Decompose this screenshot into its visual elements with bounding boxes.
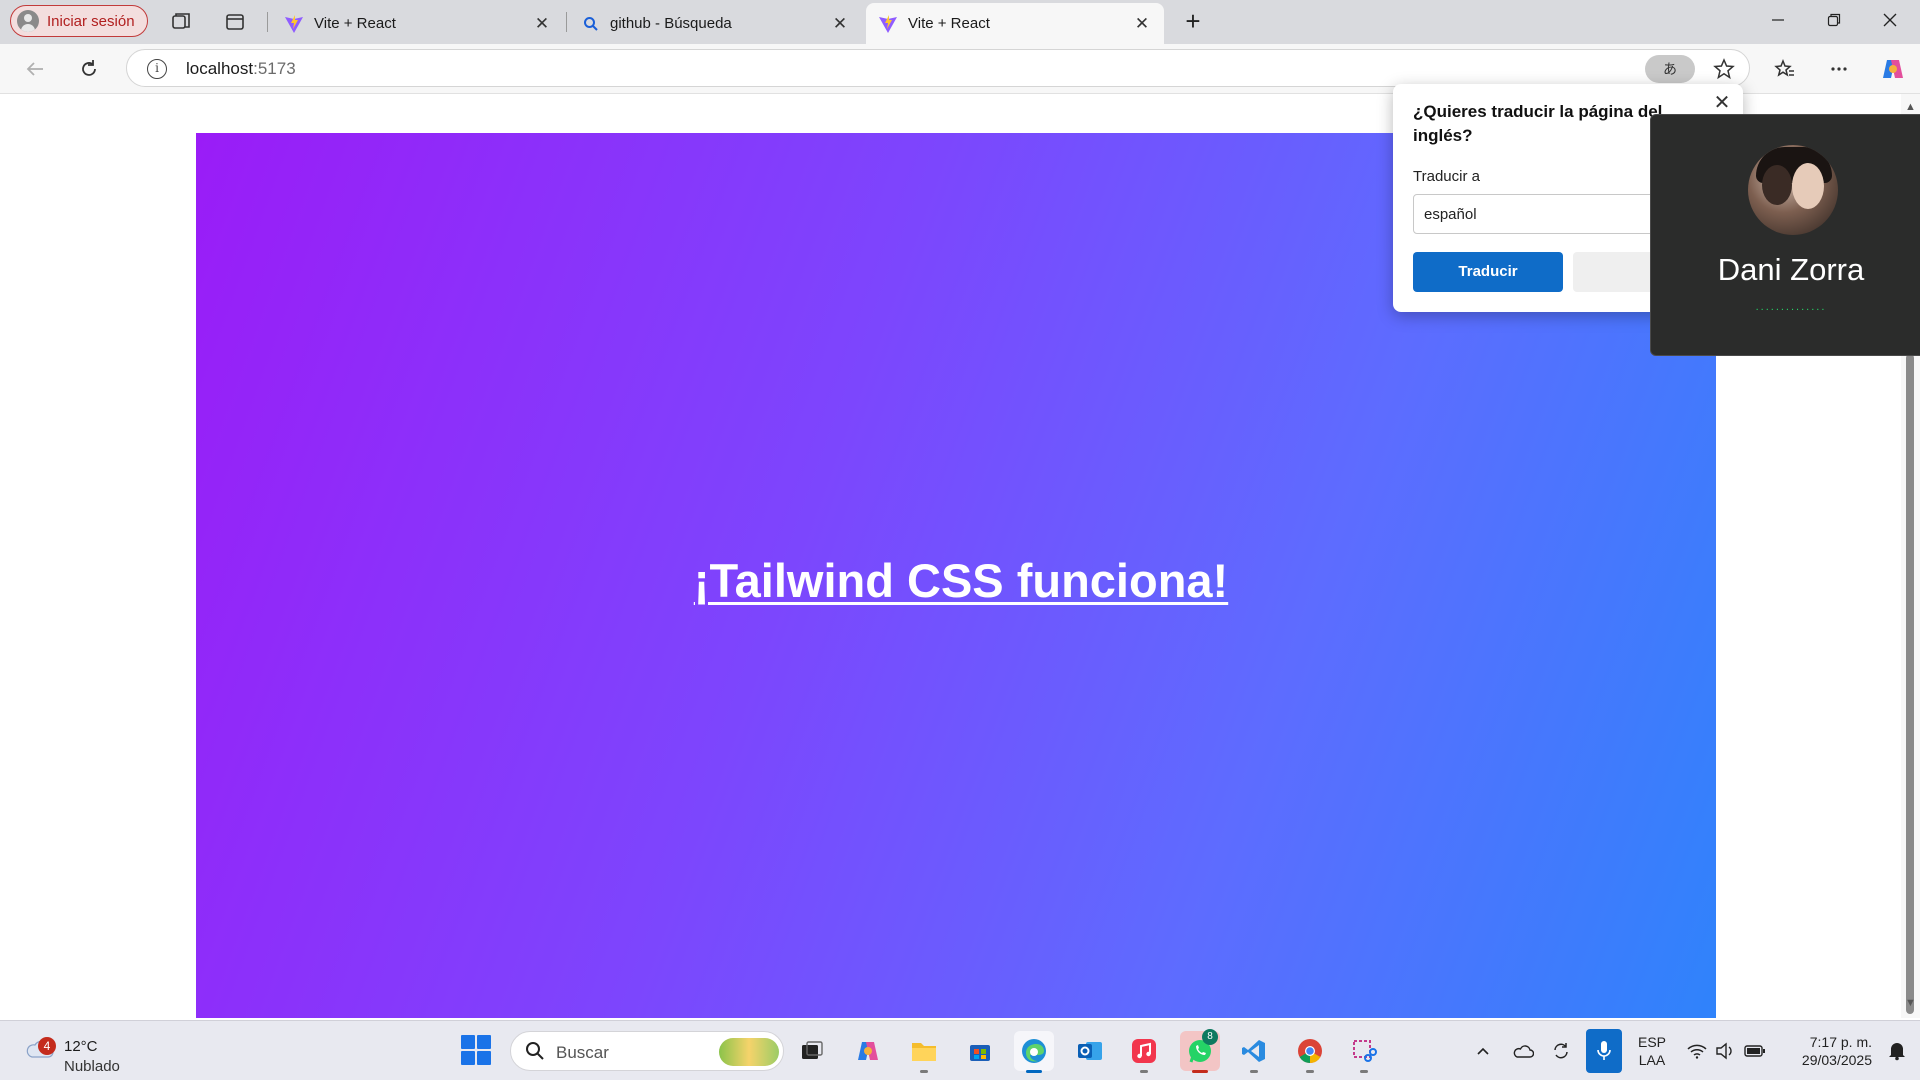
search-icon bbox=[526, 1042, 544, 1060]
tab-title: Vite + React bbox=[314, 15, 396, 32]
file-explorer-icon[interactable] bbox=[904, 1031, 944, 1073]
tab-vite-react-1[interactable]: Vite + React ✕ bbox=[272, 3, 564, 44]
tab-github-search[interactable]: github - Búsqueda ✕ bbox=[570, 3, 862, 44]
whatsapp-badge: 8 bbox=[1202, 1029, 1218, 1045]
search-placeholder: Buscar bbox=[556, 1043, 609, 1062]
scroll-up-icon[interactable]: ▲ bbox=[1905, 102, 1916, 113]
call-status-dots: .............. bbox=[1755, 301, 1827, 313]
call-overlay[interactable]: Dani Zorra .............. bbox=[1650, 114, 1920, 356]
microphone-icon[interactable] bbox=[1586, 1029, 1622, 1073]
task-view-icon[interactable] bbox=[792, 1031, 832, 1071]
weather-temp: 12°C bbox=[64, 1038, 98, 1055]
translate-button[interactable]: Traducir bbox=[1413, 252, 1563, 292]
translate-icon[interactable]: あ bbox=[1645, 55, 1695, 83]
restore-icon[interactable] bbox=[1806, 0, 1862, 40]
whatsapp-icon[interactable]: 8 bbox=[1180, 1029, 1220, 1073]
sync-icon[interactable] bbox=[1550, 1040, 1572, 1062]
scroll-down-icon[interactable]: ▼ bbox=[1905, 998, 1916, 1009]
vertical-tabs-icon[interactable] bbox=[222, 9, 248, 35]
scroll-thumb[interactable] bbox=[1906, 354, 1914, 1014]
weather-badge: 4 bbox=[38, 1037, 56, 1055]
start-windows-icon[interactable] bbox=[461, 1035, 491, 1065]
workspaces-icon[interactable] bbox=[168, 9, 194, 35]
wifi-icon[interactable] bbox=[1686, 1040, 1708, 1062]
apple-music-icon[interactable] bbox=[1124, 1031, 1164, 1073]
close-tab-icon[interactable]: ✕ bbox=[1132, 14, 1152, 34]
vite-icon bbox=[879, 14, 897, 33]
volume-icon[interactable] bbox=[1714, 1040, 1736, 1062]
profile-label: Iniciar sesión bbox=[47, 12, 135, 30]
tab-title: github - Búsqueda bbox=[610, 15, 732, 32]
close-window-icon[interactable] bbox=[1862, 0, 1918, 40]
favorites-icon[interactable] bbox=[1770, 54, 1800, 84]
taskbar-search[interactable]: Buscar bbox=[510, 1031, 784, 1071]
battery-icon[interactable] bbox=[1744, 1040, 1766, 1062]
chevron-up-icon[interactable] bbox=[1472, 1040, 1494, 1062]
taskbar: 4 12°C Nublado Buscar 8 ESP LAA 7:17 p. … bbox=[0, 1020, 1920, 1080]
chrome-icon[interactable] bbox=[1290, 1031, 1330, 1073]
onedrive-icon[interactable] bbox=[1512, 1040, 1534, 1062]
tab-vite-react-active[interactable]: Vite + React ✕ bbox=[866, 3, 1164, 44]
copilot-app-icon[interactable] bbox=[848, 1031, 888, 1071]
search-icon bbox=[584, 16, 598, 31]
system-clock[interactable]: 7:17 p. m. 29/03/2025 bbox=[1776, 1033, 1872, 1069]
close-tab-icon[interactable]: ✕ bbox=[532, 14, 552, 34]
reload-icon[interactable] bbox=[74, 54, 104, 84]
close-popup-icon[interactable]: ✕ bbox=[1711, 92, 1733, 114]
close-tab-icon[interactable]: ✕ bbox=[830, 14, 850, 34]
more-options-icon[interactable] bbox=[1824, 54, 1854, 84]
minimize-icon[interactable] bbox=[1750, 0, 1806, 40]
profile-avatar-icon bbox=[17, 10, 39, 32]
page-heading[interactable]: ¡Tailwind CSS funciona! bbox=[694, 553, 1228, 608]
microsoft-store-icon[interactable] bbox=[960, 1031, 1000, 1071]
address-bar[interactable]: i localhost:5173 あ bbox=[126, 49, 1750, 87]
vscode-icon[interactable] bbox=[1234, 1031, 1274, 1073]
input-language[interactable]: ESP LAA bbox=[1636, 1033, 1668, 1069]
tab-strip: Iniciar sesión Vite + React ✕ github - B… bbox=[0, 0, 1920, 44]
snipping-tool-icon[interactable] bbox=[1344, 1031, 1384, 1073]
contact-name: Dani Zorra bbox=[1717, 252, 1865, 287]
profile-button[interactable]: Iniciar sesión bbox=[10, 5, 148, 37]
back-arrow-icon[interactable] bbox=[20, 54, 50, 84]
weather-widget[interactable]: 4 12°C Nublado bbox=[20, 1031, 140, 1075]
tab-separator bbox=[566, 12, 567, 32]
site-info-icon[interactable]: i bbox=[147, 59, 167, 79]
edge-icon[interactable] bbox=[1014, 1031, 1054, 1073]
search-highlight-image bbox=[719, 1038, 779, 1066]
vite-icon bbox=[285, 14, 303, 33]
weather-condition: Nublado bbox=[64, 1058, 120, 1075]
tab-title: Vite + React bbox=[908, 15, 990, 32]
tab-separator bbox=[267, 12, 268, 32]
notification-bell-icon[interactable] bbox=[1886, 1039, 1908, 1061]
favorite-star-icon[interactable] bbox=[1713, 58, 1735, 80]
contact-avatar bbox=[1748, 145, 1838, 235]
url-text: localhost:5173 bbox=[186, 59, 296, 78]
translate-to-label: Traducir a bbox=[1413, 168, 1480, 185]
outlook-icon[interactable] bbox=[1070, 1031, 1110, 1071]
copilot-icon[interactable] bbox=[1878, 54, 1908, 84]
new-tab-button[interactable]: + bbox=[1178, 6, 1208, 36]
